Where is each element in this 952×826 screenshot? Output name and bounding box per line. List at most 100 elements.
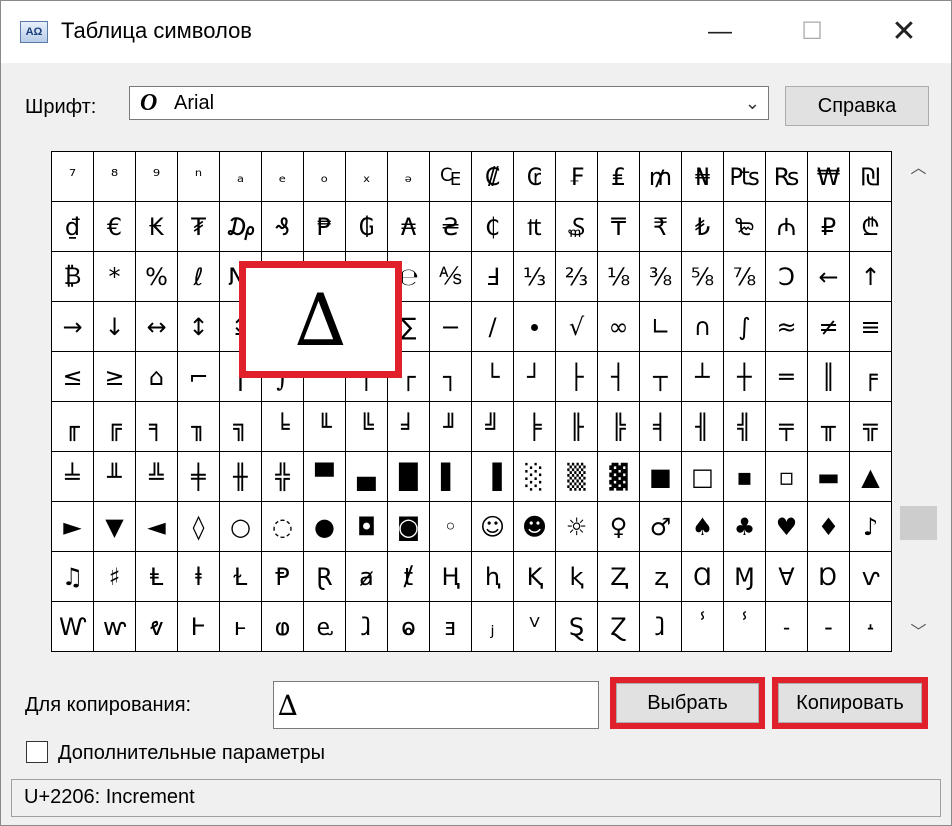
char-cell[interactable]: * <box>94 252 136 302</box>
char-cell[interactable]: ▼ <box>94 502 136 552</box>
char-cell[interactable]: ₡ <box>472 152 514 202</box>
char-cell[interactable]: ₦ <box>682 152 724 202</box>
char-cell[interactable]: ⱳ <box>94 602 136 652</box>
char-cell[interactable]: Ⱪ <box>514 552 556 602</box>
character-grid[interactable]: ⁷ ⁸ ⁹ ⁿ ₐ ₑ ₒ ₓ ₔ ₠ ₡ ₢ ₣ ₤ ₥ ₦ ₧ ₨ ₩ ₪ ₫ € ₭ ₮ ₯ ₰ ₱ ₲ ₳ ₴ ₵ ₶ ₷ ₸ ₹ ₺ ₻ ₼ ₽ ₾… <box>51 151 892 652</box>
char-cell[interactable]: ⁿ <box>178 152 220 202</box>
char-cell[interactable]: Ɀ <box>598 602 640 652</box>
char-cell[interactable]: ₿ <box>52 252 94 302</box>
char-cell[interactable]: ┼ <box>724 352 766 402</box>
select-button[interactable]: Выбрать <box>616 683 759 723</box>
char-cell[interactable]: ▲ <box>850 452 892 502</box>
grid-scrollbar[interactable]: ︿ ﹀ <box>900 151 937 651</box>
char-cell[interactable]: ⁹ <box>136 152 178 202</box>
char-cell[interactable]: Ↄ <box>766 252 808 302</box>
char-cell[interactable]: ≈ <box>766 302 808 352</box>
char-cell[interactable]: ⅔ <box>556 252 598 302</box>
char-cell[interactable]: □ <box>682 452 724 502</box>
char-cell[interactable]: → <box>52 302 94 352</box>
char-cell[interactable]: ₰ <box>262 202 304 252</box>
char-cell[interactable]: − <box>430 302 472 352</box>
advanced-label[interactable]: Дополнительные параметры <box>58 741 325 765</box>
char-cell[interactable]: ● <box>304 502 346 552</box>
char-cell[interactable]: ⱹ <box>346 602 388 652</box>
char-cell[interactable]: ☼ <box>556 502 598 552</box>
char-cell[interactable]: ╞ <box>514 402 556 452</box>
char-cell[interactable]: ╤ <box>766 402 808 452</box>
char-cell[interactable]: ▪ <box>724 452 766 502</box>
char-cell[interactable]: ⱼ <box>472 602 514 652</box>
char-cell[interactable]: ₤ <box>598 152 640 202</box>
char-cell[interactable]: ╨ <box>94 452 136 502</box>
char-cell[interactable]: Ⱳ <box>52 602 94 652</box>
char-cell[interactable]: ▫ <box>766 452 808 502</box>
char-cell[interactable]: ₹ <box>640 202 682 252</box>
char-cell[interactable]: ⱦ <box>388 552 430 602</box>
char-cell[interactable]: ♪ <box>850 502 892 552</box>
char-cell[interactable]: ⅍ <box>430 252 472 302</box>
char-cell[interactable]: ◌ <box>262 502 304 552</box>
char-cell[interactable]: ╣ <box>724 402 766 452</box>
char-cell[interactable]: Ɫ <box>220 552 262 602</box>
char-cell[interactable]: ⁸ <box>94 152 136 202</box>
char-cell[interactable]: ₴ <box>430 202 472 252</box>
char-cell[interactable]: ⅞ <box>724 252 766 302</box>
char-cell[interactable]: ₔ <box>388 152 430 202</box>
close-button[interactable]: ✕ <box>881 9 927 55</box>
char-cell[interactable]: ₭ <box>136 202 178 252</box>
char-cell[interactable]: ∩ <box>682 302 724 352</box>
char-cell[interactable]: ₺ <box>682 202 724 252</box>
char-cell[interactable]: Ȿ <box>556 602 598 652</box>
char-cell[interactable]: █ <box>388 452 430 502</box>
char-cell[interactable]: ₓ <box>346 152 388 202</box>
char-cell[interactable]: ╠ <box>598 402 640 452</box>
char-cell[interactable]: ╛ <box>388 402 430 452</box>
char-cell[interactable]: ╚ <box>346 402 388 452</box>
char-cell[interactable]: Ⱨ <box>430 552 472 602</box>
char-cell[interactable]: - <box>808 602 850 652</box>
char-cell[interactable]: ♦ <box>808 502 850 552</box>
char-cell[interactable]: Ɽ <box>304 552 346 602</box>
char-cell[interactable]: ⅓ <box>514 252 556 302</box>
char-cell[interactable]: ╓ <box>52 402 94 452</box>
char-cell[interactable]: ₻ <box>724 202 766 252</box>
char-cell[interactable]: ╜ <box>430 402 472 452</box>
char-cell[interactable]: ☺ <box>472 502 514 552</box>
char-cell[interactable]: ≤ <box>52 352 94 402</box>
char-cell[interactable]: ∙ <box>514 302 556 352</box>
char-cell[interactable]: ≠ <box>808 302 850 352</box>
char-cell[interactable]: ▓ <box>598 452 640 502</box>
char-cell[interactable]: ₲ <box>346 202 388 252</box>
char-cell[interactable]: ⱽ <box>514 602 556 652</box>
char-cell[interactable]: ■ <box>640 452 682 502</box>
char-cell[interactable]: ⱥ <box>346 552 388 602</box>
char-cell[interactable]: ◙ <box>388 502 430 552</box>
char-cell[interactable]: ˔ <box>850 602 892 652</box>
char-cell[interactable]: ₽ <box>808 202 850 252</box>
char-cell[interactable]: Ɱ <box>724 552 766 602</box>
char-cell[interactable]: ╫ <box>220 452 262 502</box>
char-cell[interactable]: ₯ <box>220 202 262 252</box>
char-cell[interactable]: ╙ <box>304 402 346 452</box>
char-cell[interactable]: ╩ <box>136 452 178 502</box>
char-cell[interactable]: ∫ <box>724 302 766 352</box>
char-cell[interactable]: ℓ <box>178 252 220 302</box>
char-cell[interactable]: ► <box>52 502 94 552</box>
char-cell[interactable]: ╦ <box>850 402 892 452</box>
char-cell[interactable]: ₨ <box>766 152 808 202</box>
char-cell[interactable]: ⸯ <box>724 602 766 652</box>
char-cell[interactable]: ☻ <box>514 502 556 552</box>
char-cell[interactable]: ╢ <box>682 402 724 452</box>
char-cell[interactable]: ₥ <box>640 152 682 202</box>
char-cell[interactable]: └ <box>472 352 514 402</box>
char-cell[interactable]: ₮ <box>178 202 220 252</box>
char-cell[interactable]: ₷ <box>556 202 598 252</box>
char-cell[interactable]: ▀ <box>304 452 346 502</box>
char-cell[interactable]: ₸ <box>598 202 640 252</box>
char-cell[interactable]: ₱ <box>304 202 346 252</box>
char-cell[interactable]: ⌂ <box>136 352 178 402</box>
char-cell[interactable]: ↔ <box>136 302 178 352</box>
char-cell[interactable]: ₣ <box>556 152 598 202</box>
char-cell[interactable]: ┘ <box>514 352 556 402</box>
chevron-down-icon[interactable]: ⌄ <box>745 87 760 119</box>
